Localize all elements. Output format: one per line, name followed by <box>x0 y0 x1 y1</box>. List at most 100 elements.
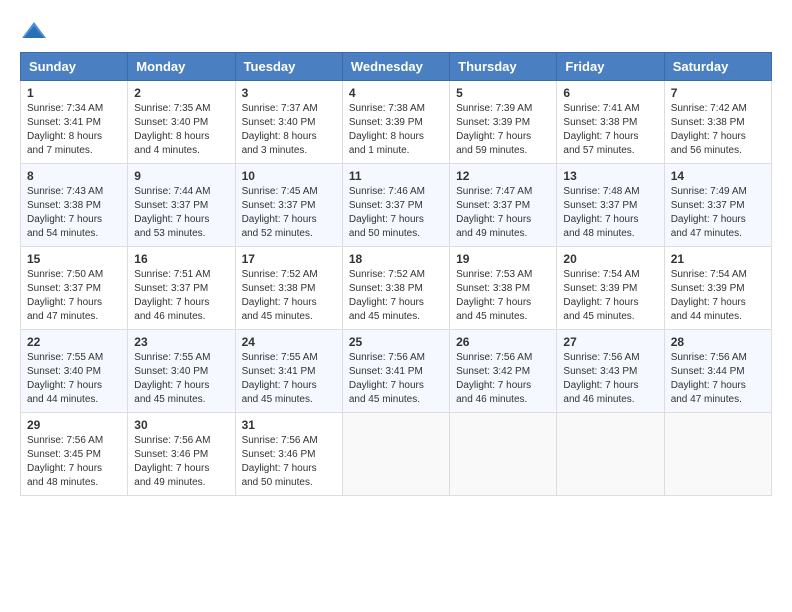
day-info: Sunrise: 7:56 AM Sunset: 3:46 PM Dayligh… <box>242 434 336 490</box>
week-row-4: 22 Sunrise: 7:55 AM Sunset: 3:40 PM Dayl… <box>21 330 772 413</box>
day-number: 13 <box>563 169 657 183</box>
week-row-3: 15 Sunrise: 7:50 AM Sunset: 3:37 PM Dayl… <box>21 247 772 330</box>
day-number: 28 <box>671 335 765 349</box>
day-info: Sunrise: 7:54 AM Sunset: 3:39 PM Dayligh… <box>671 268 765 324</box>
day-number: 3 <box>242 86 336 100</box>
week-row-1: 1 Sunrise: 7:34 AM Sunset: 3:41 PM Dayli… <box>21 81 772 164</box>
day-info: Sunrise: 7:50 AM Sunset: 3:37 PM Dayligh… <box>27 268 121 324</box>
day-info: Sunrise: 7:43 AM Sunset: 3:38 PM Dayligh… <box>27 185 121 241</box>
day-number: 9 <box>134 169 228 183</box>
table-row: 4 Sunrise: 7:38 AM Sunset: 3:39 PM Dayli… <box>342 81 449 164</box>
logo <box>20 20 52 42</box>
page-header <box>20 20 772 42</box>
table-row: 16 Sunrise: 7:51 AM Sunset: 3:37 PM Dayl… <box>128 247 235 330</box>
day-info: Sunrise: 7:49 AM Sunset: 3:37 PM Dayligh… <box>671 185 765 241</box>
day-number: 7 <box>671 86 765 100</box>
week-row-5: 29 Sunrise: 7:56 AM Sunset: 3:45 PM Dayl… <box>21 413 772 496</box>
day-info: Sunrise: 7:55 AM Sunset: 3:40 PM Dayligh… <box>27 351 121 407</box>
day-number: 20 <box>563 252 657 266</box>
day-info: Sunrise: 7:48 AM Sunset: 3:37 PM Dayligh… <box>563 185 657 241</box>
table-row: 20 Sunrise: 7:54 AM Sunset: 3:39 PM Dayl… <box>557 247 664 330</box>
table-row: 19 Sunrise: 7:53 AM Sunset: 3:38 PM Dayl… <box>450 247 557 330</box>
table-row: 24 Sunrise: 7:55 AM Sunset: 3:41 PM Dayl… <box>235 330 342 413</box>
table-row: 6 Sunrise: 7:41 AM Sunset: 3:38 PM Dayli… <box>557 81 664 164</box>
table-row: 22 Sunrise: 7:55 AM Sunset: 3:40 PM Dayl… <box>21 330 128 413</box>
day-number: 5 <box>456 86 550 100</box>
calendar-header: SundayMondayTuesdayWednesdayThursdayFrid… <box>21 53 772 81</box>
day-number: 31 <box>242 418 336 432</box>
day-info: Sunrise: 7:56 AM Sunset: 3:46 PM Dayligh… <box>134 434 228 490</box>
table-row: 7 Sunrise: 7:42 AM Sunset: 3:38 PM Dayli… <box>664 81 771 164</box>
day-info: Sunrise: 7:56 AM Sunset: 3:41 PM Dayligh… <box>349 351 443 407</box>
weekday-saturday: Saturday <box>664 53 771 81</box>
table-row <box>557 413 664 496</box>
day-info: Sunrise: 7:53 AM Sunset: 3:38 PM Dayligh… <box>456 268 550 324</box>
day-info: Sunrise: 7:52 AM Sunset: 3:38 PM Dayligh… <box>349 268 443 324</box>
table-row: 26 Sunrise: 7:56 AM Sunset: 3:42 PM Dayl… <box>450 330 557 413</box>
day-number: 27 <box>563 335 657 349</box>
day-info: Sunrise: 7:35 AM Sunset: 3:40 PM Dayligh… <box>134 102 228 158</box>
day-number: 4 <box>349 86 443 100</box>
day-number: 1 <box>27 86 121 100</box>
day-number: 23 <box>134 335 228 349</box>
table-row: 8 Sunrise: 7:43 AM Sunset: 3:38 PM Dayli… <box>21 164 128 247</box>
week-row-2: 8 Sunrise: 7:43 AM Sunset: 3:38 PM Dayli… <box>21 164 772 247</box>
table-row <box>450 413 557 496</box>
day-info: Sunrise: 7:42 AM Sunset: 3:38 PM Dayligh… <box>671 102 765 158</box>
day-number: 17 <box>242 252 336 266</box>
day-info: Sunrise: 7:46 AM Sunset: 3:37 PM Dayligh… <box>349 185 443 241</box>
weekday-header-row: SundayMondayTuesdayWednesdayThursdayFrid… <box>21 53 772 81</box>
table-row: 11 Sunrise: 7:46 AM Sunset: 3:37 PM Dayl… <box>342 164 449 247</box>
table-row: 23 Sunrise: 7:55 AM Sunset: 3:40 PM Dayl… <box>128 330 235 413</box>
day-info: Sunrise: 7:34 AM Sunset: 3:41 PM Dayligh… <box>27 102 121 158</box>
weekday-tuesday: Tuesday <box>235 53 342 81</box>
weekday-thursday: Thursday <box>450 53 557 81</box>
weekday-friday: Friday <box>557 53 664 81</box>
weekday-wednesday: Wednesday <box>342 53 449 81</box>
weekday-monday: Monday <box>128 53 235 81</box>
day-number: 15 <box>27 252 121 266</box>
day-info: Sunrise: 7:38 AM Sunset: 3:39 PM Dayligh… <box>349 102 443 158</box>
table-row: 18 Sunrise: 7:52 AM Sunset: 3:38 PM Dayl… <box>342 247 449 330</box>
table-row: 13 Sunrise: 7:48 AM Sunset: 3:37 PM Dayl… <box>557 164 664 247</box>
day-number: 26 <box>456 335 550 349</box>
table-row: 17 Sunrise: 7:52 AM Sunset: 3:38 PM Dayl… <box>235 247 342 330</box>
day-number: 22 <box>27 335 121 349</box>
day-number: 6 <box>563 86 657 100</box>
day-number: 29 <box>27 418 121 432</box>
table-row: 2 Sunrise: 7:35 AM Sunset: 3:40 PM Dayli… <box>128 81 235 164</box>
day-number: 24 <box>242 335 336 349</box>
table-row: 31 Sunrise: 7:56 AM Sunset: 3:46 PM Dayl… <box>235 413 342 496</box>
day-info: Sunrise: 7:56 AM Sunset: 3:42 PM Dayligh… <box>456 351 550 407</box>
day-number: 16 <box>134 252 228 266</box>
table-row <box>342 413 449 496</box>
table-row: 30 Sunrise: 7:56 AM Sunset: 3:46 PM Dayl… <box>128 413 235 496</box>
day-info: Sunrise: 7:44 AM Sunset: 3:37 PM Dayligh… <box>134 185 228 241</box>
calendar-body: 1 Sunrise: 7:34 AM Sunset: 3:41 PM Dayli… <box>21 81 772 496</box>
day-info: Sunrise: 7:56 AM Sunset: 3:43 PM Dayligh… <box>563 351 657 407</box>
calendar-table: SundayMondayTuesdayWednesdayThursdayFrid… <box>20 52 772 496</box>
table-row: 14 Sunrise: 7:49 AM Sunset: 3:37 PM Dayl… <box>664 164 771 247</box>
day-info: Sunrise: 7:45 AM Sunset: 3:37 PM Dayligh… <box>242 185 336 241</box>
table-row: 25 Sunrise: 7:56 AM Sunset: 3:41 PM Dayl… <box>342 330 449 413</box>
table-row: 10 Sunrise: 7:45 AM Sunset: 3:37 PM Dayl… <box>235 164 342 247</box>
table-row: 12 Sunrise: 7:47 AM Sunset: 3:37 PM Dayl… <box>450 164 557 247</box>
table-row: 9 Sunrise: 7:44 AM Sunset: 3:37 PM Dayli… <box>128 164 235 247</box>
day-number: 8 <box>27 169 121 183</box>
table-row <box>664 413 771 496</box>
day-number: 30 <box>134 418 228 432</box>
day-info: Sunrise: 7:55 AM Sunset: 3:40 PM Dayligh… <box>134 351 228 407</box>
day-info: Sunrise: 7:56 AM Sunset: 3:45 PM Dayligh… <box>27 434 121 490</box>
day-number: 25 <box>349 335 443 349</box>
day-number: 19 <box>456 252 550 266</box>
day-info: Sunrise: 7:39 AM Sunset: 3:39 PM Dayligh… <box>456 102 550 158</box>
day-number: 11 <box>349 169 443 183</box>
day-info: Sunrise: 7:52 AM Sunset: 3:38 PM Dayligh… <box>242 268 336 324</box>
day-number: 14 <box>671 169 765 183</box>
day-number: 18 <box>349 252 443 266</box>
table-row: 27 Sunrise: 7:56 AM Sunset: 3:43 PM Dayl… <box>557 330 664 413</box>
day-info: Sunrise: 7:54 AM Sunset: 3:39 PM Dayligh… <box>563 268 657 324</box>
day-number: 12 <box>456 169 550 183</box>
day-info: Sunrise: 7:56 AM Sunset: 3:44 PM Dayligh… <box>671 351 765 407</box>
day-number: 2 <box>134 86 228 100</box>
